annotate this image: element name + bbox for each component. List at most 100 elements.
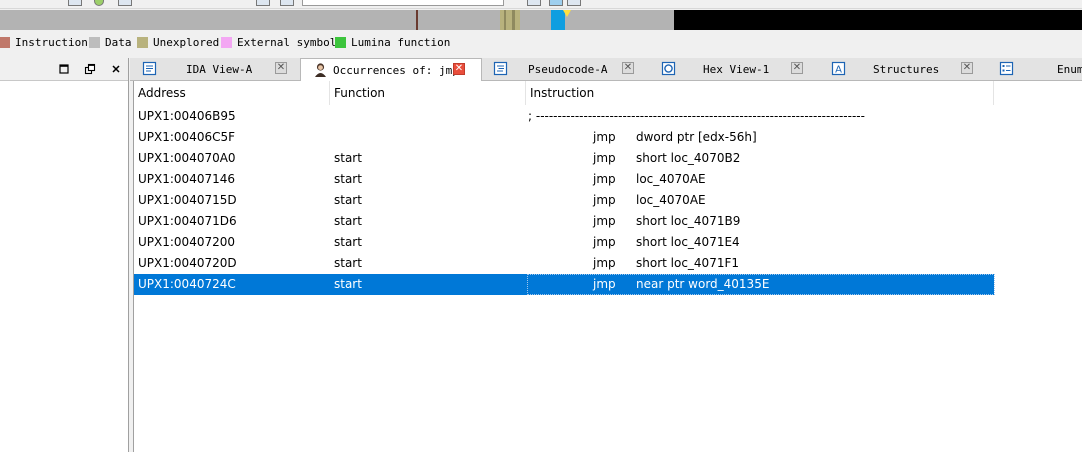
cell-address: UPX1:00407146 — [138, 172, 235, 186]
close-icon[interactable] — [110, 63, 122, 75]
cell-mnemonic: jmp — [593, 172, 616, 186]
tab-close-button[interactable]: ✕ — [453, 63, 465, 75]
nav-unexplored-mark — [512, 10, 515, 30]
legend-label: Lumina function — [351, 36, 451, 49]
occurrences-list[interactable]: Address Function Instruction UPX1:00406B… — [133, 81, 1082, 452]
cell-operand: short loc_4070B2 — [636, 151, 741, 165]
cell-operand: short loc_4071E4 — [636, 235, 740, 249]
legend-label: External symbol — [237, 36, 337, 49]
tab-hex-view-1[interactable]: Hex View-1 ✕ — [649, 58, 819, 80]
column-header-function[interactable]: Function — [330, 81, 526, 105]
toolbar-combo[interactable] — [302, 0, 504, 6]
cell-mnemonic: jmp — [593, 214, 616, 228]
cell-function: start — [334, 214, 362, 228]
cell-operand: short loc_4071F1 — [636, 256, 740, 270]
left-dock-pane — [0, 58, 129, 452]
cell-mnemonic: jmp — [593, 130, 616, 144]
toolbar-refresh-icon[interactable] — [94, 0, 104, 6]
tab-close-button[interactable]: ✕ — [961, 62, 973, 74]
toolbar-grid-icon[interactable] — [256, 0, 270, 6]
tab-label: Structures — [873, 63, 940, 76]
cell-address: UPX1:0040715D — [138, 193, 237, 207]
legend-swatch-unexplored — [137, 37, 148, 48]
cell-operand: loc_4070AE — [636, 172, 706, 186]
table-row[interactable]: UPX1:0040724C start jmp near ptr word_40135… — [134, 274, 995, 295]
column-header-instruction[interactable]: Instruction — [526, 81, 994, 105]
cell-mnemonic: jmp — [593, 193, 616, 207]
float-icon[interactable] — [84, 63, 96, 75]
legend-label: Unexplored — [153, 36, 220, 49]
tab-bar: IDA View-A ✕ Occurrences of: jmp ✕ Pseud… — [130, 58, 1082, 82]
cell-address: UPX1:004071D6 — [138, 214, 237, 228]
legend-item: Lumina function — [335, 36, 450, 49]
nav-unexplored-mark — [504, 10, 506, 30]
toolbar-debug-icon[interactable] — [549, 0, 563, 6]
legend-label: Instruction — [15, 36, 88, 49]
cell-address: UPX1:00407200 — [138, 235, 235, 249]
table-row[interactable]: UPX1:0040715D start jmp loc_4070AE — [134, 190, 994, 211]
left-pane-header — [0, 58, 128, 81]
legend-item: External symbol — [221, 36, 336, 49]
tab-enums[interactable]: Enum — [987, 58, 1082, 80]
legend-item: Instruction — [0, 36, 88, 49]
column-header-address[interactable]: Address — [134, 81, 330, 105]
table-row[interactable]: UPX1:004071D6 start jmp short loc_4071B9 — [134, 211, 994, 232]
navigation-band[interactable] — [0, 10, 1082, 30]
cell-function: start — [334, 277, 362, 291]
table-row[interactable]: UPX1:00406B95 ; -------------------------… — [134, 106, 994, 127]
table-row[interactable]: UPX1:00407146 start jmp loc_4070AE — [134, 169, 994, 190]
tab-label: Enum — [1057, 63, 1082, 76]
tab-pseudocode-a[interactable]: Pseudocode-A ✕ — [481, 58, 649, 80]
hex-view-icon — [661, 61, 676, 76]
cell-function: start — [334, 256, 362, 270]
tab-close-button[interactable]: ✕ — [791, 62, 803, 74]
cell-address: UPX1:004070A0 — [138, 151, 236, 165]
cell-function: start — [334, 235, 362, 249]
tab-close-button[interactable]: ✕ — [275, 62, 287, 74]
tab-ida-view-a[interactable]: IDA View-A ✕ — [130, 58, 300, 80]
tab-label: Hex View-1 — [703, 63, 770, 76]
tab-occurrences-of-jmp[interactable]: Occurrences of: jmp ✕ — [300, 58, 482, 82]
table-row[interactable]: UPX1:004070A0 start jmp short loc_4070B2 — [134, 148, 994, 169]
table-row[interactable]: UPX1:0040720D start jmp short loc_4071F1 — [134, 253, 994, 274]
table-row[interactable]: UPX1:00407200 start jmp short loc_4071E4 — [134, 232, 994, 253]
restore-icon[interactable] — [58, 63, 70, 75]
tab-label: Occurrences of: jmp — [333, 64, 459, 77]
toolbar-window-icon[interactable] — [118, 0, 132, 6]
nav-pointer-icon — [563, 10, 571, 17]
pseudocode-icon — [493, 61, 508, 76]
cell-mnemonic: jmp — [593, 151, 616, 165]
legend-swatch-lumina-function — [335, 37, 346, 48]
toolbar-step-icon[interactable] — [567, 0, 581, 6]
tab-label: Pseudocode-A — [528, 63, 608, 76]
tab-structures[interactable]: A Structures ✕ — [819, 58, 987, 80]
tab-label: IDA View-A — [186, 63, 253, 76]
cell-operand: short loc_4071B9 — [636, 214, 741, 228]
toolbar-play-icon[interactable] — [527, 0, 541, 6]
occurrences-avatar-icon — [315, 63, 326, 77]
nav-code-segment — [416, 10, 418, 30]
legend-item: Data — [89, 36, 132, 49]
legend-label: Data — [105, 36, 132, 49]
toolbar-list-icon[interactable] — [280, 0, 294, 6]
table-row[interactable]: UPX1:00406C5F jmp dword ptr [edx-56h] — [134, 127, 994, 148]
svg-text:A: A — [835, 65, 842, 76]
nav-black-segment — [674, 10, 1082, 30]
toolbar — [0, 0, 1082, 9]
cell-function: start — [334, 151, 362, 165]
cell-operand: loc_4070AE — [636, 193, 706, 207]
cell-instruction-comment: ; --------------------------------------… — [528, 109, 865, 123]
tab-close-button[interactable]: ✕ — [622, 62, 634, 74]
nav-unexplored-segment — [500, 10, 520, 30]
cell-function: start — [334, 193, 362, 207]
cell-address: UPX1:0040720D — [138, 256, 237, 270]
enums-icon — [999, 61, 1014, 76]
toolbar-open-icon[interactable] — [68, 0, 82, 6]
legend-swatch-external-symbol — [221, 37, 232, 48]
cell-mnemonic: jmp — [593, 235, 616, 249]
focus-cell-outline — [527, 274, 995, 295]
legend-swatch-data — [89, 37, 100, 48]
cell-address: UPX1:00406C5F — [138, 130, 236, 144]
legend-item: Unexplored — [137, 36, 219, 49]
legend-swatch-instruction — [0, 37, 10, 48]
